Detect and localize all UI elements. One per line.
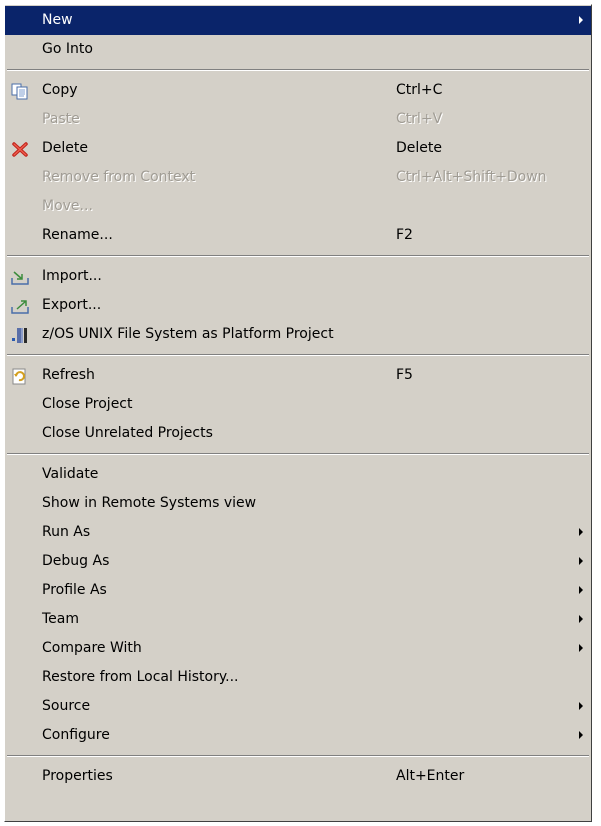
- zos-project-icon: [11, 326, 29, 343]
- menu-item-label: Team: [42, 611, 80, 627]
- menu-item-new[interactable]: New: [5, 6, 591, 35]
- menu-item-copy[interactable]: Copy Ctrl+C: [5, 76, 591, 105]
- submenu-arrow-icon: [579, 16, 583, 24]
- menu-item-label: z/OS UNIX File System as Platform Projec…: [42, 326, 334, 342]
- submenu-arrow-icon: [579, 615, 583, 623]
- menu-item-label: Validate: [42, 466, 99, 482]
- menu-item-shortcut: Ctrl+C: [396, 82, 443, 98]
- delete-icon: [11, 140, 29, 157]
- menu-separator: [5, 250, 591, 262]
- menu-item-label: Rename...: [42, 227, 113, 243]
- menu-item-show-in-remote-systems[interactable]: Show in Remote Systems view: [5, 489, 591, 518]
- menu-item-properties[interactable]: Properties Alt+Enter: [5, 762, 591, 791]
- menu-item-label: Show in Remote Systems view: [42, 495, 257, 511]
- menu-item-label: Paste: [42, 111, 80, 127]
- menu-item-shortcut: F5: [396, 367, 413, 383]
- import-icon: [11, 268, 29, 285]
- menu-item-close-project[interactable]: Close Project: [5, 390, 591, 419]
- menu-item-close-unrelated-projects[interactable]: Close Unrelated Projects: [5, 419, 591, 448]
- copy-icon: [11, 82, 29, 100]
- submenu-arrow-icon: [579, 702, 583, 710]
- menu-item-go-into[interactable]: Go Into: [5, 35, 591, 64]
- menu-item-label: Restore from Local History...: [42, 669, 239, 685]
- menu-item-label: Run As: [42, 524, 91, 540]
- menu-item-zos-project[interactable]: z/OS UNIX File System as Platform Projec…: [5, 320, 591, 349]
- menu-item-label: Debug As: [42, 553, 110, 569]
- menu-item-team[interactable]: Team: [5, 605, 591, 634]
- menu-item-refresh[interactable]: Refresh F5: [5, 361, 591, 390]
- menu-item-shortcut: Delete: [396, 140, 442, 156]
- menu-item-move[interactable]: Move...: [5, 192, 591, 221]
- menu-item-delete[interactable]: Delete Delete: [5, 134, 591, 163]
- menu-item-profile-as[interactable]: Profile As: [5, 576, 591, 605]
- submenu-arrow-icon: [579, 586, 583, 594]
- menu-item-label: Properties: [42, 768, 113, 784]
- submenu-arrow-icon: [579, 731, 583, 739]
- menu-item-validate[interactable]: Validate: [5, 460, 591, 489]
- menu-separator: [5, 750, 591, 762]
- menu-item-source[interactable]: Source: [5, 692, 591, 721]
- menu-item-label: Delete: [42, 140, 88, 156]
- refresh-icon: [11, 367, 29, 385]
- submenu-arrow-icon: [579, 557, 583, 565]
- menu-item-label: Refresh: [42, 367, 95, 383]
- context-menu: New Go Into Copy Ctrl+C Paste Ctrl+V Del…: [4, 4, 592, 822]
- menu-separator: [5, 64, 591, 76]
- menu-item-rename[interactable]: Rename... F2: [5, 221, 591, 250]
- menu-separator: [5, 448, 591, 460]
- menu-item-restore-local-history[interactable]: Restore from Local History...: [5, 663, 591, 692]
- menu-separator: [5, 349, 591, 361]
- menu-item-import[interactable]: Import...: [5, 262, 591, 291]
- menu-item-remove-from-context[interactable]: Remove from Context Ctrl+Alt+Shift+Down: [5, 163, 591, 192]
- submenu-arrow-icon: [579, 644, 583, 652]
- menu-item-label: Source: [42, 698, 91, 714]
- menu-item-label: Move...: [42, 198, 93, 214]
- menu-item-label: Profile As: [42, 582, 107, 598]
- menu-item-shortcut: Ctrl+V: [396, 111, 443, 127]
- menu-item-label: Close Project: [42, 396, 133, 412]
- export-icon: [11, 297, 29, 314]
- menu-item-run-as[interactable]: Run As: [5, 518, 591, 547]
- submenu-arrow-icon: [579, 528, 583, 536]
- menu-item-export[interactable]: Export...: [5, 291, 591, 320]
- menu-item-debug-as[interactable]: Debug As: [5, 547, 591, 576]
- menu-item-label: Remove from Context: [42, 169, 196, 185]
- menu-item-label: Compare With: [42, 640, 142, 656]
- menu-item-shortcut: Alt+Enter: [396, 768, 465, 784]
- menu-item-label: Import...: [42, 268, 102, 284]
- menu-item-configure[interactable]: Configure: [5, 721, 591, 750]
- menu-item-label: Export...: [42, 297, 102, 313]
- menu-item-paste[interactable]: Paste Ctrl+V: [5, 105, 591, 134]
- menu-item-shortcut: Ctrl+Alt+Shift+Down: [396, 169, 547, 185]
- menu-item-label: Configure: [42, 727, 110, 743]
- menu-item-label: Close Unrelated Projects: [42, 425, 213, 441]
- menu-item-shortcut: F2: [396, 227, 413, 243]
- menu-item-label: New: [42, 12, 73, 28]
- menu-item-label: Copy: [42, 82, 78, 98]
- menu-item-label: Go Into: [42, 41, 93, 57]
- menu-item-compare-with[interactable]: Compare With: [5, 634, 591, 663]
